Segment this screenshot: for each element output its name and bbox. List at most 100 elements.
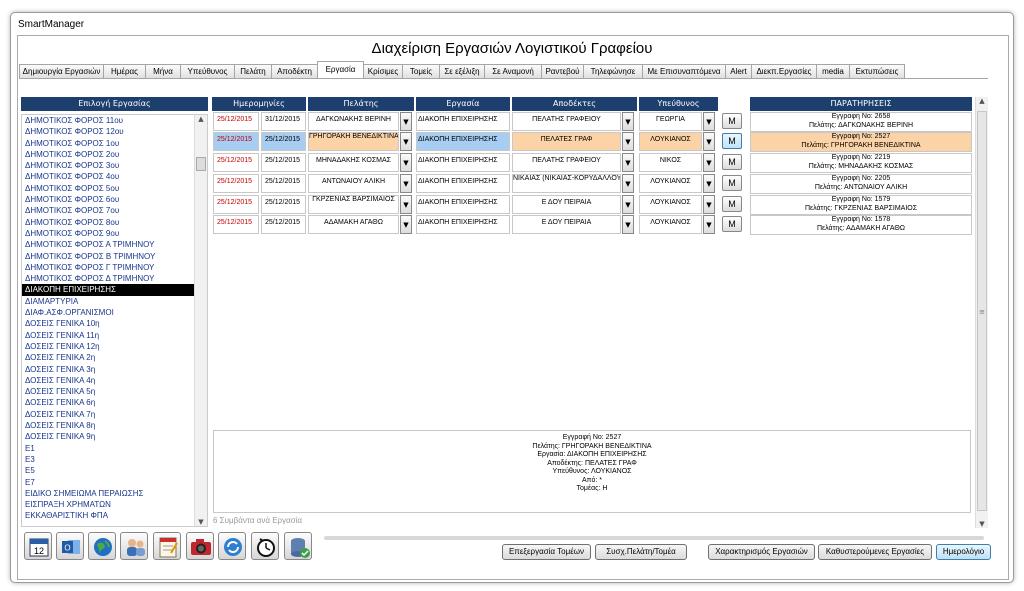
responsible-cell[interactable]: ΓΕΩΡΓΙΑ bbox=[639, 112, 702, 131]
responsible-cell[interactable]: ΛΟΥΚΙΑΝΟΣ bbox=[639, 132, 702, 151]
client-dropdown-icon[interactable]: ▼ bbox=[400, 215, 412, 234]
responsible-cell[interactable]: ΛΟΥΚΙΑΝΟΣ bbox=[639, 195, 702, 214]
tab-1[interactable]: Ημέρας bbox=[103, 64, 146, 79]
client-cell[interactable]: ΜΗΝΑΔΑΚΗΣ ΚΟΣΜΑΣ bbox=[308, 153, 399, 172]
client-cell[interactable]: ΓΡΗΓΟΡΑΚΗ ΒΕΝΕΔΙΚΤΙΝΑ bbox=[308, 132, 399, 151]
task-cell[interactable]: ΔΙΑΚΟΠΗ ΕΠΙΧΕΙΡΗΣΗΣ bbox=[416, 215, 510, 234]
m-button[interactable]: M bbox=[722, 175, 742, 191]
task-list-item[interactable]: ΔΗΜΟΤΙΚΟΣ ΦΟΡΟΣ 12ου bbox=[22, 126, 207, 137]
task-list-item[interactable]: ΔΗΜΟΤΙΚΟΣ ΦΟΡΟΣ 2ου bbox=[22, 149, 207, 160]
tab-8[interactable]: Τομείς bbox=[402, 64, 440, 79]
grid-scroll-up-icon[interactable]: ▲ bbox=[976, 97, 988, 105]
task-list[interactable]: ΔΗΜΟΤΙΚΟΣ ΦΟΡΟΣ 11ου ΔΗΜΟΤΙΚΟΣ ΦΟΡΟΣ 12ου… bbox=[21, 114, 208, 527]
calendar-icon[interactable]: 12 bbox=[24, 532, 52, 560]
tab-16[interactable]: media bbox=[816, 64, 850, 79]
camera-icon[interactable] bbox=[186, 532, 214, 560]
recipient-dropdown-icon[interactable]: ▼ bbox=[622, 112, 634, 131]
globe-icon[interactable] bbox=[88, 532, 116, 560]
contacts-icon[interactable] bbox=[120, 532, 148, 560]
task-list-item[interactable]: ΔΙΑΦ.ΑΣΦ.ΟΡΓΑΝΙΣΜΟΙ bbox=[22, 307, 207, 318]
task-list-item[interactable]: ΔΗΜΟΤΙΚΟΣ ΦΟΡΟΣ Δ ΤΡΙΜΗΝΟΥ bbox=[22, 273, 207, 284]
recipient-cell[interactable]: ΠΕΛΑΤΗΣ ΓΡΑΦΕΙΟΥ bbox=[512, 112, 621, 131]
responsible-cell[interactable]: ΛΟΥΚΙΑΝΟΣ bbox=[639, 215, 702, 234]
tab-10[interactable]: Σε Αναμονή bbox=[484, 64, 542, 79]
scroll-up-icon[interactable]: ▲ bbox=[195, 115, 207, 123]
tab-6[interactable]: Εργασία bbox=[317, 61, 364, 78]
m-button[interactable]: M bbox=[722, 154, 742, 170]
client-dropdown-icon[interactable]: ▼ bbox=[400, 174, 412, 193]
task-list-item[interactable]: ΕΚΚΑΘΑΡΙΣΤΙΚΗ ΦΠΑ bbox=[22, 510, 207, 521]
task-list-item[interactable]: ΔΗΜΟΤΙΚΟΣ ΦΟΡΟΣ Γ ΤΡΙΜΗΝΟΥ bbox=[22, 262, 207, 273]
task-list-item[interactable]: ΔΗΜΟΤΙΚΟΣ ΦΟΡΟΣ 1ου bbox=[22, 138, 207, 149]
notes-cell[interactable]: Εγγραφή Νο: 1579 Πελάτης: ΓΚΡΖΕΝΙΑΣ ΒΑΡΣΙ… bbox=[750, 195, 972, 215]
notes-cell[interactable]: Εγγραφή Νο: 1578 Πελάτης: ΑΔΑΜΑΚΗ ΑΓΑΘΩ bbox=[750, 215, 972, 235]
recipient-dropdown-icon[interactable]: ▼ bbox=[622, 153, 634, 172]
task-list-item[interactable]: Ε7 bbox=[22, 477, 207, 488]
outlook-icon[interactable]: O bbox=[56, 532, 84, 560]
start-date[interactable]: 25/12/2015 bbox=[213, 112, 259, 131]
grid-scroll-down-icon[interactable]: ▼ bbox=[976, 520, 988, 528]
client-cell[interactable]: ΑΔΑΜΑΚΗ ΑΓΑΘΩ bbox=[308, 215, 399, 234]
calendar-button[interactable]: Ημερολόγιο bbox=[936, 544, 991, 560]
notes-cell[interactable]: Εγγραφή Νο: 2658 Πελάτης: ΔΑΓΚΩΝΑΚΗΣ ΒΕΡΙ… bbox=[750, 112, 972, 132]
due-date[interactable]: 25/12/2015 bbox=[261, 153, 306, 172]
responsible-dropdown-icon[interactable]: ▼ bbox=[703, 174, 715, 193]
task-list-item[interactable]: Ε1 bbox=[22, 443, 207, 454]
client-dropdown-icon[interactable]: ▼ bbox=[400, 132, 412, 151]
task-cell[interactable]: ΔΙΑΚΟΠΗ ΕΠΙΧΕΙΡΗΣΗΣ bbox=[416, 153, 510, 172]
responsible-dropdown-icon[interactable]: ▼ bbox=[703, 195, 715, 214]
tab-5[interactable]: Αποδέκτη bbox=[271, 64, 318, 79]
due-date[interactable]: 25/12/2015 bbox=[261, 174, 306, 193]
task-cell[interactable]: ΔΙΑΚΟΠΗ ΕΠΙΧΕΙΡΗΣΗΣ bbox=[416, 112, 510, 131]
scroll-thumb[interactable] bbox=[196, 157, 206, 171]
task-list-item[interactable]: ΔΗΜΟΤΙΚΟΣ ΦΟΡΟΣ Α ΤΡΙΜΗΝΟΥ bbox=[22, 239, 207, 250]
tab-9[interactable]: Σε εξέλιξη bbox=[439, 64, 485, 79]
start-date[interactable]: 25/12/2015 bbox=[213, 215, 259, 234]
task-list-item[interactable]: ΔΟΣΕΙΣ ΓΕΝΙΚΑ 11η bbox=[22, 330, 207, 341]
clock-icon[interactable] bbox=[251, 532, 279, 560]
responsible-dropdown-icon[interactable]: ▼ bbox=[703, 112, 715, 131]
tab-0[interactable]: Δημιουργία Εργασιών bbox=[19, 64, 104, 79]
notepad-icon[interactable] bbox=[153, 532, 181, 560]
responsible-dropdown-icon[interactable]: ▼ bbox=[703, 153, 715, 172]
overdue-tasks-button[interactable]: Καθυστερούμενες Εργασίες bbox=[818, 544, 932, 560]
responsible-cell[interactable]: ΝΙΚΟΣ bbox=[639, 153, 702, 172]
recipient-cell[interactable]: Ε ΔΟΥ ΠΕΙΡΑΙΑ bbox=[512, 215, 621, 234]
sync-icon[interactable] bbox=[218, 532, 246, 560]
client-cell[interactable]: ΑΝΤΩΝΑΙΟΥ ΑΛΙΚΗ bbox=[308, 174, 399, 193]
task-list-item[interactable]: ΔΙΑΚΟΠΗ ΕΠΙΧΕΙΡΗΣΗΣ bbox=[22, 284, 194, 296]
due-date[interactable]: 25/12/2015 bbox=[261, 215, 306, 234]
task-list-item[interactable]: Ε3 bbox=[22, 454, 207, 465]
tab-13[interactable]: Με Επισυναπτόμενα bbox=[642, 64, 726, 79]
task-list-item[interactable]: ΔΟΣΕΙΣ ΓΕΝΙΚΑ 10η bbox=[22, 318, 207, 329]
due-date[interactable]: 31/12/2015 bbox=[261, 112, 306, 131]
task-list-item[interactable]: ΔΟΣΕΙΣ ΓΕΝΙΚΑ 7η bbox=[22, 409, 207, 420]
task-cell[interactable]: ΔΙΑΚΟΠΗ ΕΠΙΧΕΙΡΗΣΗΣ bbox=[416, 132, 510, 151]
notes-cell[interactable]: Εγγραφή Νο: 2527 Πελάτης: ΓΡΗΓΟΡΑΚΗ ΒΕΝΕΔ… bbox=[750, 132, 972, 152]
scroll-down-icon[interactable]: ▼ bbox=[195, 518, 207, 526]
task-list-item[interactable]: ΔΗΜΟΤΙΚΟΣ ΦΟΡΟΣ 8ου bbox=[22, 217, 207, 228]
start-date[interactable]: 25/12/2015 bbox=[213, 153, 259, 172]
task-list-item[interactable]: ΔΗΜΟΤΙΚΟΣ ΦΟΡΟΣ 9ου bbox=[22, 228, 207, 239]
start-date[interactable]: 25/12/2015 bbox=[213, 132, 259, 151]
recipient-cell[interactable]: Ε ΔΟΥ ΠΕΙΡΑΙΑ bbox=[512, 195, 621, 214]
responsible-cell[interactable]: ΛΟΥΚΙΑΝΟΣ bbox=[639, 174, 702, 193]
task-list-item[interactable]: ΔΗΜΟΤΙΚΟΣ ΦΟΡΟΣ 11ου bbox=[22, 115, 207, 126]
start-date[interactable]: 25/12/2015 bbox=[213, 195, 259, 214]
responsible-dropdown-icon[interactable]: ▼ bbox=[703, 215, 715, 234]
task-list-item[interactable]: ΔΗΜΟΤΙΚΟΣ ΦΟΡΟΣ 5ου bbox=[22, 183, 207, 194]
client-dropdown-icon[interactable]: ▼ bbox=[400, 195, 412, 214]
tab-4[interactable]: Πελάτη bbox=[234, 64, 272, 79]
tab-3[interactable]: Υπεύθυνος bbox=[180, 64, 235, 79]
recipient-dropdown-icon[interactable]: ▼ bbox=[622, 195, 634, 214]
tab-15[interactable]: Διεκπ.Εργασίες bbox=[751, 64, 817, 79]
task-list-item[interactable]: ΔΟΣΕΙΣ ΓΕΝΙΚΑ 8η bbox=[22, 420, 207, 431]
database-icon[interactable] bbox=[284, 532, 312, 560]
responsible-dropdown-icon[interactable]: ▼ bbox=[703, 132, 715, 151]
recipient-cell[interactable]: ΠΕΛΑΤΕΣ ΓΡΑΦ bbox=[512, 132, 621, 151]
edit-sectors-button[interactable]: Επεξεργασία Τομέων bbox=[502, 544, 591, 560]
recipient-cell[interactable]: ΝΙΚΑΙΑΣ (ΝΙΚΑΙΑΣ-ΚΟΡΥΔΑΛΛΟΥ) Δ.Ο.Υ bbox=[512, 174, 621, 193]
task-list-item[interactable]: ΔΟΣΕΙΣ ΓΕΝΙΚΑ 5η bbox=[22, 386, 207, 397]
recipient-dropdown-icon[interactable]: ▼ bbox=[622, 174, 634, 193]
client-cell[interactable]: ΓΚΡΖΕΝΙΑΣ ΒΑΡΣΙΜΑΙΟΣ bbox=[308, 195, 399, 214]
